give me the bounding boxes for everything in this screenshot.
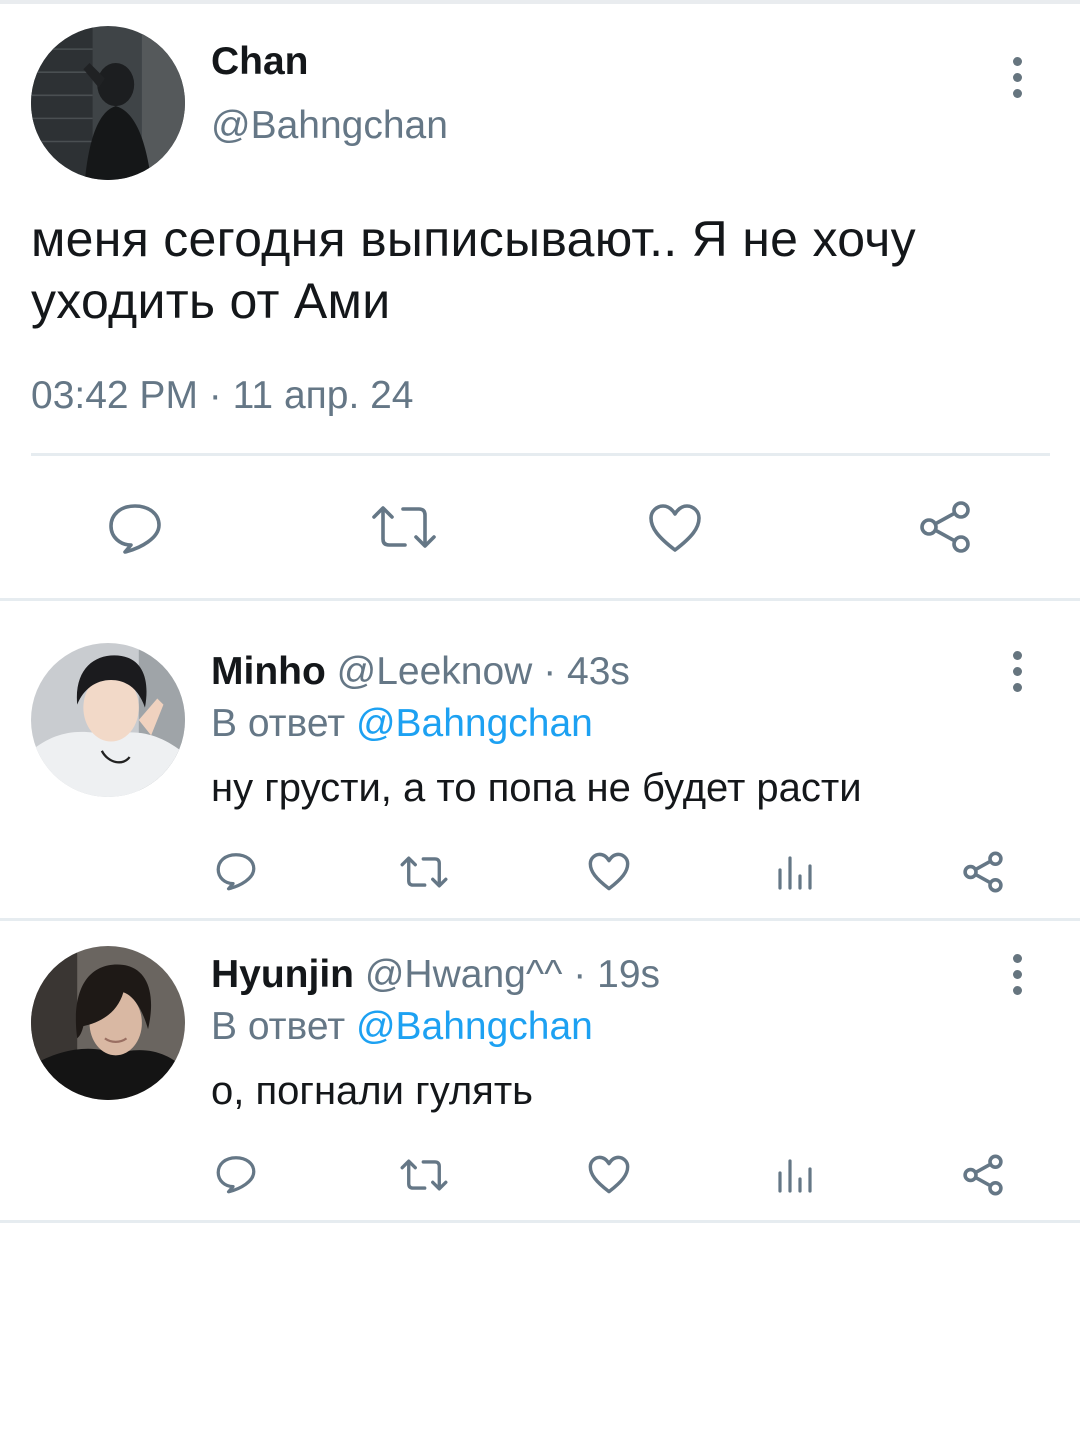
reply-icon[interactable] [216,1155,256,1194]
retweet-icon[interactable] [400,856,448,888]
reply-author-name[interactable]: Hyunjin [211,953,354,996]
tweet-meta: 03:42 PM · 11 апр. 24 [31,374,414,418]
reply-header: Hyunjin @Hwang^^ · 19s [211,953,660,997]
share-icon[interactable] [962,851,1004,893]
replying-to-link[interactable]: @Bahngchan [356,702,593,745]
analytics-icon[interactable] [777,1159,813,1193]
divider [0,598,1080,601]
tweet-time: 03:42 PM [31,374,198,417]
meta-separator: · [208,374,222,417]
more-options-icon[interactable] [1007,651,1027,695]
reply-separator: · [573,953,587,996]
replying-to-label: В ответ [211,1005,346,1048]
share-icon[interactable] [962,1154,1004,1196]
reply-author-name[interactable]: Minho [211,650,326,693]
divider [0,918,1080,921]
like-icon[interactable] [648,503,702,553]
reply-icon[interactable] [108,503,162,554]
tweet-text: меня сегодня выписывают.. Я не хочу уход… [31,211,916,329]
top-border [0,0,1080,4]
author-handle[interactable]: @Bahngchan [211,104,448,148]
reply-time: 19s [597,953,661,996]
reply-text: ну грусти, а то попа не будет расти [211,766,862,810]
author-avatar[interactable] [31,26,185,180]
reply-author-handle[interactable]: @Leeknow [337,650,533,693]
author-name[interactable]: Chan [211,40,309,84]
reply-author-handle[interactable]: @Hwang^^ [365,953,563,996]
like-icon[interactable] [588,1155,630,1194]
like-icon[interactable] [588,852,630,891]
reply-separator: · [543,650,557,693]
retweet-icon[interactable] [371,505,437,549]
analytics-icon[interactable] [777,856,813,890]
replying-to-label: В ответ [211,702,346,745]
reply-icon[interactable] [216,852,256,891]
replying-to-link[interactable]: @Bahngchan [356,1005,593,1048]
replying-to: В ответ @Bahngchan [211,702,593,746]
tweet-date: 11 апр. 24 [232,374,414,417]
reply-avatar[interactable] [31,643,185,797]
share-icon[interactable] [918,500,972,554]
reply-text: о, погнали гулять [211,1069,533,1113]
divider [0,1220,1080,1223]
reply-avatar[interactable] [31,946,185,1100]
more-options-icon[interactable] [1007,57,1027,101]
reply-header: Minho @Leeknow · 43s [211,650,630,694]
divider [31,453,1050,456]
replying-to: В ответ @Bahngchan [211,1005,593,1049]
more-options-icon[interactable] [1007,954,1027,998]
reply-time: 43s [567,650,630,693]
retweet-icon[interactable] [400,1159,448,1191]
